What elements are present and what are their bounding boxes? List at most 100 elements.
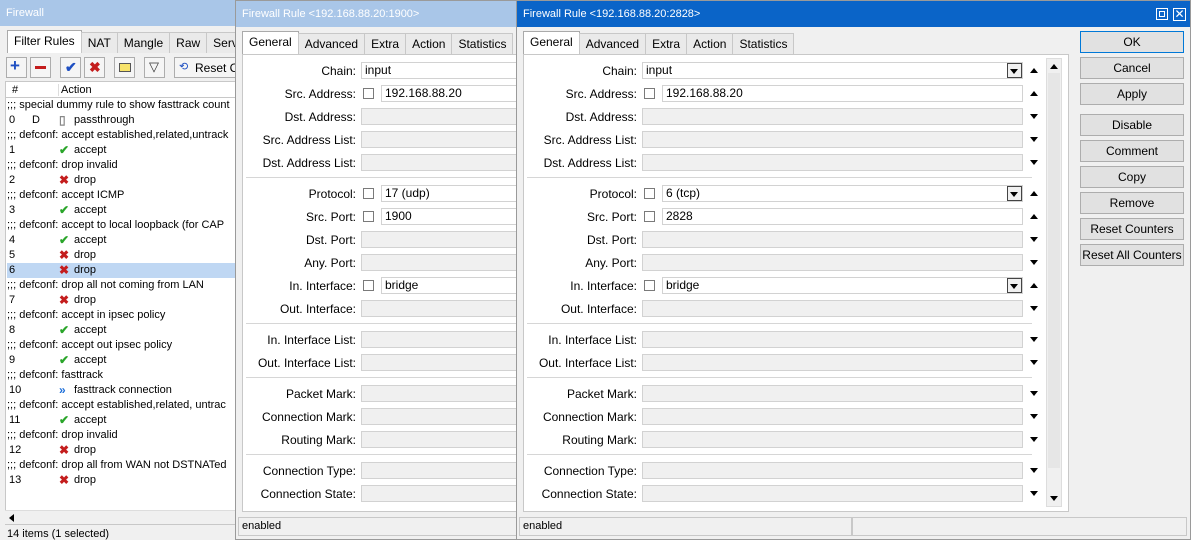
chain-dropdown-icon[interactable] [1007, 63, 1022, 78]
scroll-left-icon[interactable] [9, 514, 14, 522]
rule-row[interactable]: 9 ✔ accept [7, 353, 235, 368]
src-port-negate-checkbox[interactable] [363, 211, 374, 222]
rule1-tab-extra[interactable]: Extra [364, 33, 407, 54]
protocol-dropdown-icon[interactable] [1007, 186, 1022, 201]
dst-address-field[interactable] [642, 108, 1023, 125]
copy-button[interactable]: Copy [1080, 166, 1184, 188]
expand-arrow-icon[interactable] [1030, 160, 1038, 165]
protocol-negate-checkbox[interactable] [644, 188, 655, 199]
ok-button[interactable]: OK [1080, 31, 1184, 53]
rule-row[interactable]: 10 » fasttrack connection [7, 383, 235, 398]
rule-row[interactable]: 0 D ▯ passthrough [7, 113, 235, 128]
apply-button[interactable]: Apply [1080, 83, 1184, 105]
tab-nat[interactable]: NAT [80, 32, 118, 53]
src-address-field[interactable]: 192.168.88.20 [381, 85, 519, 102]
disable-button[interactable]: ✖ [84, 57, 105, 78]
rule-row[interactable]: 5 ✖ drop [7, 248, 235, 263]
comment-row[interactable]: ;;; special dummy rule to show fasttrack… [7, 98, 235, 113]
dst-port-field[interactable] [361, 231, 519, 248]
rule-row[interactable]: 11 ✔ accept [7, 413, 235, 428]
src-address-negate-checkbox[interactable] [644, 88, 655, 99]
src-port-field[interactable]: 2828 [662, 208, 1023, 225]
tab-raw[interactable]: Raw [169, 32, 208, 53]
maximize-icon[interactable] [1156, 8, 1168, 20]
reset-counters-button[interactable]: Reset Counters [1080, 218, 1184, 240]
comment-row[interactable]: ;;; defconf: drop all not coming from LA… [7, 278, 235, 293]
disable-button[interactable]: Disable [1080, 114, 1184, 136]
expand-arrow-icon[interactable] [1030, 414, 1038, 419]
src-address-negate-checkbox[interactable] [363, 88, 374, 99]
any-port-field[interactable] [642, 254, 1023, 271]
in-interface-negate-checkbox[interactable] [644, 280, 655, 291]
routing-mark-field[interactable] [642, 431, 1023, 448]
collapse-arrow-icon[interactable] [1030, 191, 1038, 196]
src-address-list-field[interactable] [361, 131, 519, 148]
comment-row[interactable]: ;;; defconf: drop all from WAN not DSTNA… [7, 458, 235, 473]
dst-address-list-field[interactable] [361, 154, 519, 171]
rule2-tab-general[interactable]: General [523, 31, 580, 54]
enable-button[interactable]: ✔ [60, 57, 81, 78]
rule2-tab-advanced[interactable]: Advanced [578, 33, 647, 54]
expand-arrow-icon[interactable] [1030, 306, 1038, 311]
rule1-tab-general[interactable]: General [242, 31, 299, 54]
dst-address-field[interactable] [361, 108, 519, 125]
comment-row[interactable]: ;;; defconf: accept ICMP [7, 188, 235, 203]
protocol-field[interactable]: 6 (tcp) [662, 185, 1023, 202]
add-button[interactable]: + [6, 56, 27, 78]
protocol-field[interactable]: 17 (udp) [381, 185, 519, 202]
out-interface-field[interactable] [361, 300, 519, 317]
rule2-title[interactable]: Firewall Rule <192.168.88.20:2828> ✕ [517, 1, 1190, 27]
connection-state-field[interactable] [361, 485, 519, 502]
collapse-arrow-icon[interactable] [1030, 214, 1038, 219]
any-port-field[interactable] [361, 254, 519, 271]
rule-row[interactable]: 3 ✔ accept [7, 203, 235, 218]
rule2-tab-statistics[interactable]: Statistics [732, 33, 795, 54]
protocol-negate-checkbox[interactable] [363, 188, 374, 199]
rule-row[interactable]: 1 ✔ accept [7, 143, 235, 158]
remove-button[interactable]: Remove [1080, 192, 1184, 214]
expand-arrow-icon[interactable] [1030, 337, 1038, 342]
in-interface-field[interactable]: bridge [381, 277, 519, 294]
src-address-list-field[interactable] [642, 131, 1023, 148]
expand-arrow-icon[interactable] [1030, 437, 1038, 442]
close-icon[interactable]: ✕ [1173, 8, 1186, 21]
rule-row[interactable]: 2 ✖ drop [7, 173, 235, 188]
connection-type-field[interactable] [361, 462, 519, 479]
in-interface-dropdown-icon[interactable] [1007, 278, 1022, 293]
collapse-arrow-icon[interactable] [1030, 91, 1038, 96]
reset-counters-button[interactable]: ⟲ Reset Co [174, 57, 240, 78]
comment-button[interactable] [114, 57, 135, 78]
rule-row[interactable]: 12 ✖ drop [7, 443, 235, 458]
expand-arrow-icon[interactable] [1030, 391, 1038, 396]
comment-row[interactable]: ;;; defconf: accept out ipsec policy [7, 338, 235, 353]
comment-row[interactable]: ;;; defconf: drop invalid [7, 428, 235, 443]
out-interface-list-field[interactable] [642, 354, 1023, 371]
collapse-arrow-icon[interactable] [1030, 283, 1038, 288]
src-port-negate-checkbox[interactable] [644, 211, 655, 222]
src-port-field[interactable]: 1900 [381, 208, 519, 225]
comment-row[interactable]: ;;; defconf: accept in ipsec policy [7, 308, 235, 323]
cancel-button[interactable]: Cancel [1080, 57, 1184, 79]
tab-mangle[interactable]: Mangle [116, 32, 171, 53]
rule1-tab-statistics[interactable]: Statistics [451, 33, 514, 54]
routing-mark-field[interactable] [361, 431, 519, 448]
in-interface-field[interactable]: bridge [662, 277, 1023, 294]
connection-type-field[interactable] [642, 462, 1023, 479]
reset-all-counters-button[interactable]: Reset All Counters [1080, 244, 1184, 266]
remove-button[interactable] [30, 57, 51, 78]
rule-row[interactable]: 7 ✖ drop [7, 293, 235, 308]
horizontal-scrollbar[interactable] [5, 510, 240, 524]
src-address-field[interactable]: 192.168.88.20 [662, 85, 1023, 102]
rule-row[interactable]: 8 ✔ accept [7, 323, 235, 338]
expand-arrow-icon[interactable] [1030, 491, 1038, 496]
chain-field[interactable]: input [642, 62, 1023, 79]
expand-arrow-icon[interactable] [1030, 114, 1038, 119]
in-interface-negate-checkbox[interactable] [363, 280, 374, 291]
col-num-header[interactable]: # [12, 84, 18, 96]
dst-address-list-field[interactable] [642, 154, 1023, 171]
expand-arrow-icon[interactable] [1030, 260, 1038, 265]
in-interface-list-field[interactable] [361, 331, 519, 348]
dst-port-field[interactable] [642, 231, 1023, 248]
packet-mark-field[interactable] [361, 385, 519, 402]
rule2-tab-extra[interactable]: Extra [645, 33, 688, 54]
